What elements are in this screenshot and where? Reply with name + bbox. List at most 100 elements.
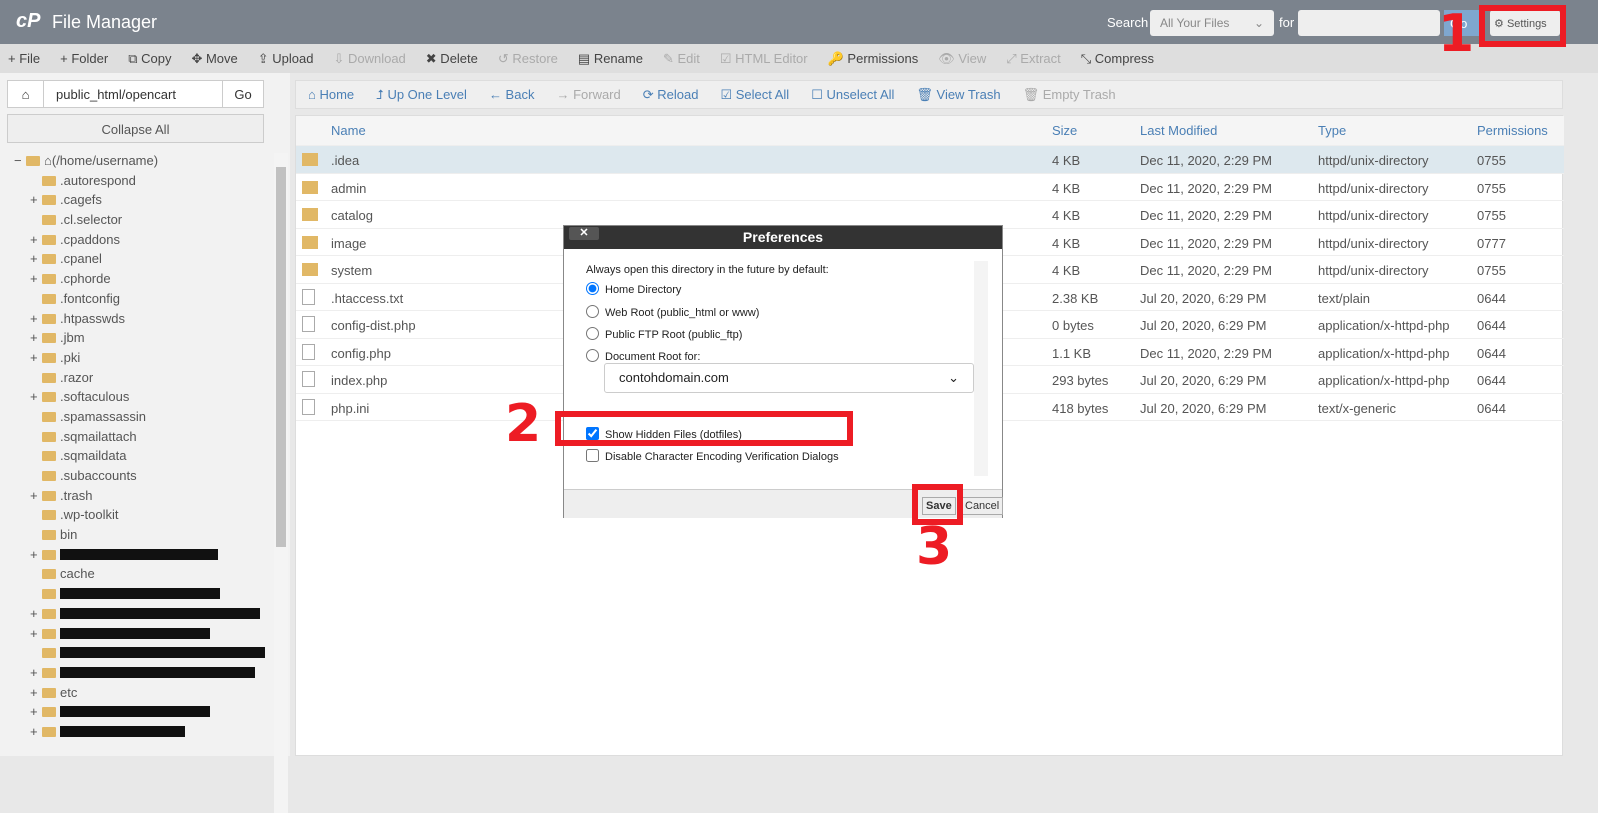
tree-item[interactable]: .fontconfig [14,291,265,311]
tree-item[interactable]: .razor [14,370,265,390]
cancel-button[interactable]: Cancel [961,497,1004,515]
column-header[interactable]: Type [1318,123,1346,138]
nav-button[interactable]: → Forward [556,87,620,102]
tree-item[interactable]: .cl.selector [14,212,265,232]
disable-encoding-checkbox[interactable]: Disable Character Encoding Verification … [586,449,839,463]
tree-item[interactable]: .sqmaildata [14,448,265,468]
nav-button[interactable]: ← Back [489,87,535,102]
nav-button[interactable]: 🗑 View Trash [916,87,1000,103]
column-header[interactable]: Permissions [1477,123,1548,138]
dialog-scrollbar[interactable] [974,261,988,476]
home-icon[interactable]: ⌂ [8,81,44,107]
radio-public-ftp-root[interactable]: Public FTP Root (public_ftp) [586,327,742,341]
path-go-button[interactable]: Go [223,81,263,107]
domain-select[interactable]: contohdomain.com ⌄ [604,363,974,393]
table-row[interactable]: admin 4 KB Dec 11, 2020, 2:29 PM httpd/unix… [296,174,1564,201]
tree-scrollbar[interactable] [274,153,288,813]
toolbar-button[interactable]: ✖ Delete [426,51,478,67]
expand-icon[interactable]: + [30,685,42,700]
tree-item[interactable]: .autorespond [14,173,265,193]
expand-icon[interactable]: + [30,547,42,562]
tree-root[interactable]: − ⌂(/home/username) [14,153,265,173]
tree-item[interactable]: + .cpanel [14,251,265,271]
close-button[interactable]: ✕ [569,227,599,240]
tree-item[interactable]: cache [14,566,265,586]
column-header[interactable]: Size [1052,123,1077,138]
expand-icon[interactable]: + [30,704,42,719]
radio-home-directory[interactable]: Home Directory [586,282,681,296]
tree-item[interactable]: + [14,606,265,626]
column-header[interactable]: Name [331,123,366,138]
tree-item[interactable]: + [14,665,265,685]
tree-item-label: .cpaddons [60,231,120,247]
expand-icon[interactable]: + [30,311,42,326]
toolbar-button[interactable]: ✎ Edit [663,51,700,67]
tree-item[interactable]: + .trash [14,488,265,508]
column-header[interactable]: Last Modified [1140,123,1217,138]
toolbar-button[interactable]: ⇪ Upload [258,51,314,67]
tree-item[interactable]: + .cpaddons [14,232,265,252]
nav-button[interactable]: 🗑 Empty Trash [1023,87,1116,103]
radio-document-root[interactable]: Document Root for: [586,349,700,363]
search-input[interactable] [1298,10,1440,36]
tree-item[interactable]: + .cphorde [14,271,265,291]
tree-item[interactable] [14,645,265,665]
expand-icon[interactable]: + [30,251,42,266]
tree-item[interactable]: + [14,626,265,646]
folder-icon [42,530,56,541]
toolbar-button[interactable]: ⇩ Download [333,51,405,67]
expand-icon[interactable]: + [30,626,42,641]
tree-item[interactable]: + [14,724,265,744]
toolbar-button[interactable]: ⤡ Compress [1081,51,1154,67]
expand-icon[interactable]: + [30,232,42,247]
tree-item[interactable]: + [14,704,265,724]
expand-icon[interactable]: + [30,488,42,503]
toolbar-button[interactable]: ⧉ Copy [128,51,171,67]
toolbar-button[interactable]: 🔑 Permissions [828,51,919,67]
search-scope-select[interactable]: All Your Files ⌄ [1150,10,1274,36]
table-row[interactable]: .idea 4 KB Dec 11, 2020, 2:29 PM httpd/unix… [296,146,1564,174]
expand-icon[interactable]: + [30,389,42,404]
expand-icon[interactable]: + [30,192,42,207]
path-input[interactable]: public_html/opencart [44,81,223,107]
tree-item[interactable]: + etc [14,685,265,705]
nav-button[interactable]: ⌂ Home [308,87,354,102]
expand-icon[interactable]: + [30,350,42,365]
chevron-down-icon: ⌄ [948,370,959,385]
toolbar-button[interactable]: 👁 View [938,51,986,67]
toolbar-button[interactable]: + File [8,51,40,66]
expand-icon[interactable]: + [30,665,42,680]
redacted-name [60,647,265,659]
tree-item[interactable]: + .jbm [14,330,265,350]
tree-item[interactable] [14,586,265,606]
toolbar-button[interactable]: ☑ HTML Editor [720,51,808,67]
tree-item[interactable]: bin [14,527,265,547]
tree-item[interactable]: + .cagefs [14,192,265,212]
nav-button[interactable]: ⮥ Up One Level [376,87,467,103]
tree-item[interactable]: + .pki [14,350,265,370]
tree-item[interactable]: .wp-toolkit [14,507,265,527]
tree-item[interactable]: .spamassassin [14,409,265,429]
file-size: 4 KB [1052,235,1081,251]
toolbar-button[interactable]: ⤢ Extract [1006,51,1060,67]
toolbar-button[interactable]: ↺ Restore [498,51,558,67]
nav-button[interactable]: ⟳ Reload [643,87,699,103]
file-name: config.php [331,345,391,361]
tree-item[interactable]: .subaccounts [14,468,265,488]
tree-item[interactable]: + .softaculous [14,389,265,409]
last-modified: Dec 11, 2020, 2:29 PM [1140,180,1273,196]
expand-icon[interactable]: + [30,271,42,286]
toolbar-button[interactable]: ▤ Rename [578,51,643,67]
nav-button[interactable]: ☑ Select All [720,87,789,103]
collapse-all-button[interactable]: Collapse All [7,114,264,143]
toolbar-button[interactable]: + Folder [60,51,108,66]
tree-item[interactable]: + [14,547,265,567]
expand-icon[interactable]: + [30,724,42,739]
expand-icon[interactable]: + [30,606,42,621]
tree-item[interactable]: .sqmailattach [14,429,265,449]
expand-icon[interactable]: + [30,330,42,345]
nav-button[interactable]: ☐ Unselect All [811,87,894,103]
tree-item[interactable]: + .htpasswds [14,311,265,331]
radio-web-root[interactable]: Web Root (public_html or www) [586,305,759,319]
toolbar-button[interactable]: ✥ Move [191,51,237,67]
